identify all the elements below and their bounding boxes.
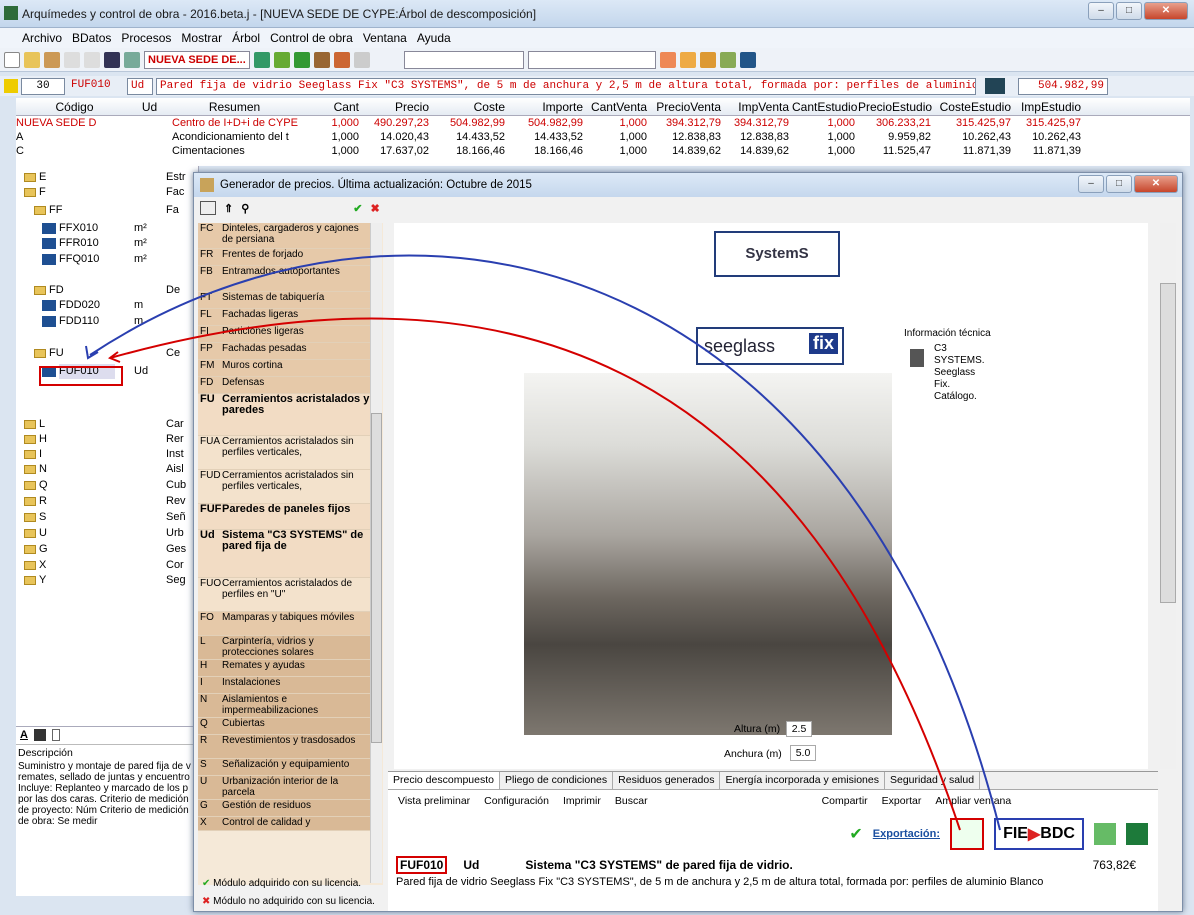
annotation-arrows: [39, 254, 1001, 831]
tree-highlight-box: [39, 366, 123, 386]
blue-arrow: [89, 254, 1001, 831]
red-arrow: [109, 317, 961, 831]
